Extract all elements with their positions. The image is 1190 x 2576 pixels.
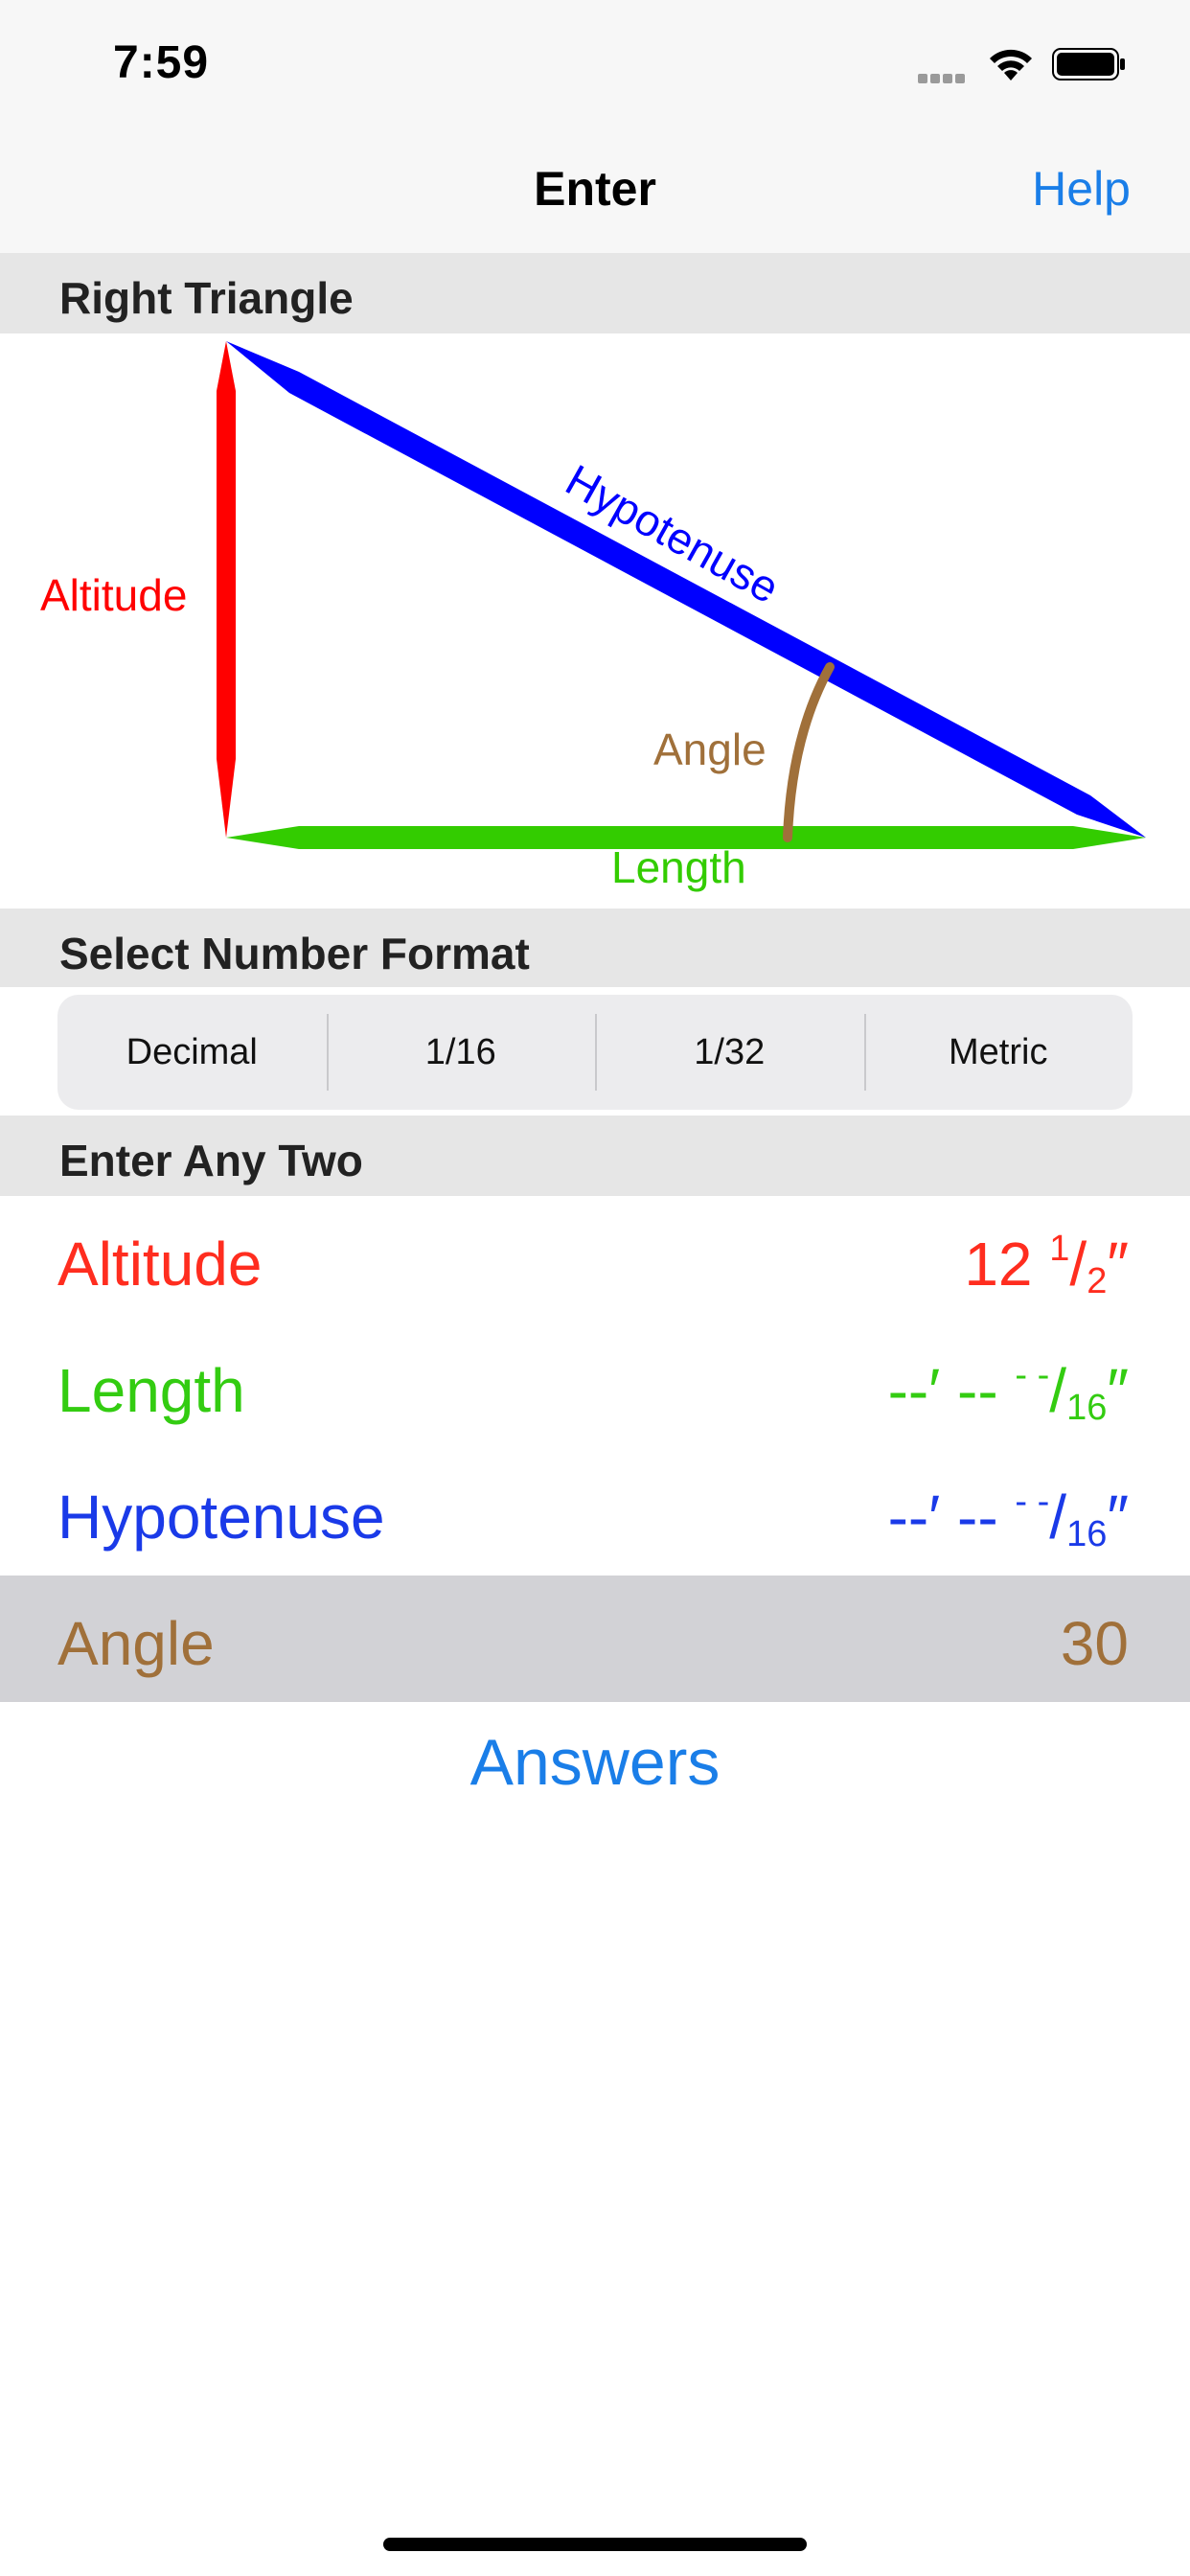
section-title: Enter Any Two <box>59 1136 363 1185</box>
section-header-right-triangle: Right Triangle <box>0 253 1190 334</box>
hypotenuse-field-value[interactable]: --′ -- - -/16″ <box>888 1482 1129 1555</box>
hypotenuse-field-label: Hypotenuse <box>57 1483 385 1552</box>
home-indicator[interactable] <box>383 2538 807 2551</box>
format-option-decimal[interactable]: Decimal <box>57 995 327 1110</box>
help-button[interactable]: Help <box>1032 161 1131 217</box>
page-title: Enter <box>534 162 656 216</box>
angle-label: Angle <box>653 724 767 774</box>
length-field-label: Length <box>57 1356 245 1425</box>
length-field-value[interactable]: --′ -- - -/16″ <box>888 1355 1129 1429</box>
altitude-side <box>217 341 236 838</box>
altitude-field-value[interactable]: 12 1/2″ <box>964 1229 1129 1302</box>
angle-row[interactable]: Angle 30 <box>0 1576 1190 1702</box>
altitude-field-label: Altitude <box>57 1230 263 1299</box>
number-format-segmented-control[interactable]: Decimal 1/16 1/32 Metric <box>57 995 1133 1110</box>
hypotenuse-row[interactable]: Hypotenuse --′ -- - -/16″ <box>0 1449 1190 1576</box>
wifi-icon <box>990 49 1032 80</box>
altitude-row[interactable]: Altitude 12 1/2″ <box>0 1196 1190 1322</box>
format-option-1-16[interactable]: 1/16 <box>326 995 596 1110</box>
section-header-enter-any-two: Enter Any Two <box>0 1116 1190 1196</box>
angle-field-label: Angle <box>57 1609 215 1678</box>
format-option-1-32[interactable]: 1/32 <box>595 995 864 1110</box>
angle-arc <box>783 662 835 842</box>
battery-icon <box>1052 48 1125 80</box>
number-format-container: Decimal 1/16 1/32 Metric <box>0 987 1190 1114</box>
section-title: Right Triangle <box>59 273 354 323</box>
answers-button[interactable]: Answers <box>0 1725 1190 1800</box>
status-time: 7:59 <box>113 37 210 88</box>
format-option-metric[interactable]: Metric <box>863 995 1133 1110</box>
length-row[interactable]: Length --′ -- - -/16″ <box>0 1322 1190 1449</box>
section-title: Select Number Format <box>59 929 530 978</box>
angle-field-value[interactable]: 30 <box>1061 1608 1129 1679</box>
section-header-number-format: Select Number Format <box>0 908 1190 989</box>
status-bar: 7:59 <box>0 0 1190 126</box>
length-label: Length <box>611 842 746 892</box>
altitude-label: Altitude <box>40 570 187 620</box>
cellular-signal-icon <box>918 71 968 88</box>
navigation-bar: Enter Help <box>0 126 1190 255</box>
triangle-diagram: Altitude Hypotenuse Angle Length <box>40 341 1146 892</box>
